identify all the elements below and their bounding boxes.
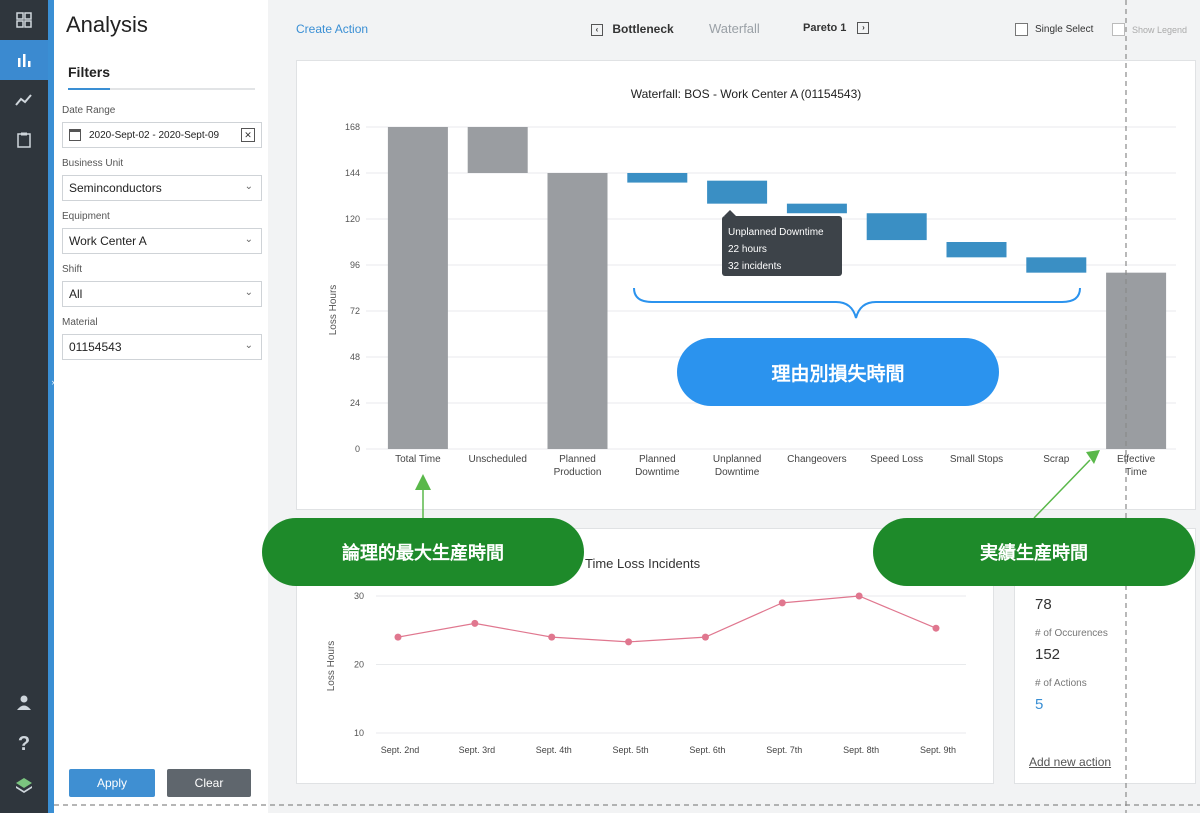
annotation-overlay [54, 0, 1200, 813]
callout-loss-reasons: 理由別損失時間 [677, 338, 999, 406]
arrow-head-total-time [415, 474, 431, 490]
arrow-to-effective-time [1033, 459, 1091, 519]
loss-reasons-brace [633, 287, 1081, 319]
callout-theoretical-max: 論理的最大生産時間 [262, 518, 584, 586]
callout-actual-production: 実績生産時間 [873, 518, 1195, 586]
